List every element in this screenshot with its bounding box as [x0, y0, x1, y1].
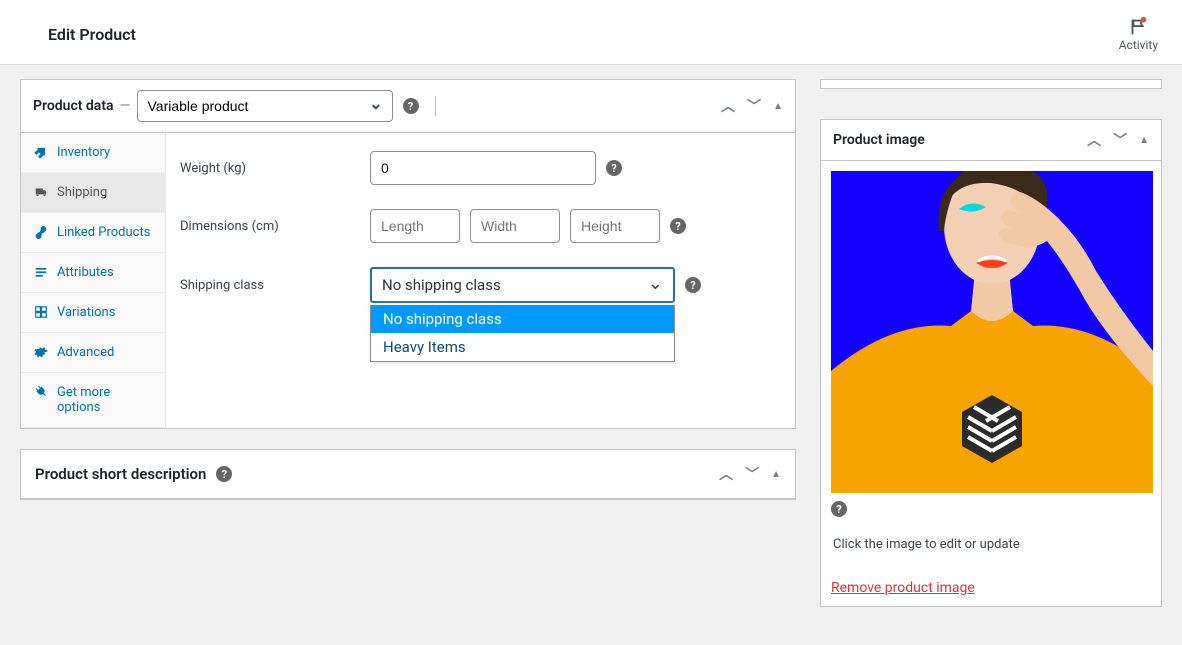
product-image-title: Product image	[833, 132, 925, 148]
link-icon	[33, 225, 49, 239]
dimensions-row: Dimensions (cm) ?	[180, 209, 781, 243]
activity-label: Activity	[1119, 38, 1158, 52]
shipping-class-option[interactable]: Heavy Items	[371, 333, 674, 361]
image-help-row: ?	[831, 501, 1151, 517]
attributes-icon	[33, 265, 49, 279]
gear-icon	[33, 345, 49, 359]
activity-button[interactable]: Activity	[1119, 16, 1158, 52]
height-input[interactable]	[570, 209, 660, 243]
image-edit-hint: Click the image to edit or update	[833, 537, 1149, 552]
blank-panel	[820, 79, 1162, 89]
help-icon[interactable]: ?	[831, 501, 847, 517]
product-data-title: Product data	[33, 98, 114, 114]
panel-move-down[interactable]: ﹀	[745, 464, 759, 484]
variations-icon	[33, 305, 49, 319]
panel-controls: ︿ ﹀ ▲	[1087, 130, 1149, 150]
product-image-svg	[831, 171, 1153, 493]
length-input[interactable]	[370, 209, 460, 243]
product-data-panel: Product data — Variable product ? ︿ ﹀ ▲	[20, 79, 796, 429]
tab-shipping[interactable]: Shipping	[21, 173, 165, 213]
panel-toggle[interactable]: ▲	[1139, 135, 1149, 146]
panel-move-up[interactable]: ︿	[721, 96, 735, 116]
dimensions-label: Dimensions (cm)	[180, 219, 370, 234]
panel-controls: ︿ ﹀ ▲	[721, 96, 783, 116]
tab-linked-products[interactable]: Linked Products	[21, 213, 165, 253]
weight-row: Weight (kg) ?	[180, 151, 781, 185]
width-input[interactable]	[470, 209, 560, 243]
help-icon[interactable]: ?	[216, 466, 232, 482]
product-image-header: Product image ︿ ﹀ ▲	[821, 120, 1161, 161]
tab-advanced[interactable]: Advanced	[21, 333, 165, 373]
shipping-icon	[33, 185, 49, 199]
short-description-title: Product short description	[35, 465, 206, 483]
help-icon[interactable]: ?	[403, 98, 419, 114]
help-icon[interactable]: ?	[606, 160, 622, 176]
main-area: Product data — Variable product ? ︿ ﹀ ▲	[0, 65, 1182, 641]
shipping-class-dropdown: No shipping class Heavy Items	[370, 305, 675, 362]
panel-move-down[interactable]: ﹀	[1113, 130, 1127, 150]
shipping-tab-content: Weight (kg) ? Dimensions (cm) ? Shipping…	[166, 133, 795, 428]
product-image-thumbnail[interactable]	[831, 171, 1153, 493]
vertical-divider	[435, 96, 436, 116]
shipping-class-row: Shipping class No shipping class No ship…	[180, 267, 781, 303]
plug-icon	[33, 385, 49, 399]
inventory-icon	[33, 145, 49, 159]
panel-toggle[interactable]: ▲	[771, 469, 781, 480]
help-icon[interactable]: ?	[685, 277, 701, 293]
tab-variations[interactable]: Variations	[21, 293, 165, 333]
side-tabs: Inventory Shipping Linked Products Attri…	[21, 133, 166, 428]
tab-inventory[interactable]: Inventory	[21, 133, 165, 173]
panel-move-up[interactable]: ︿	[719, 464, 733, 484]
panel-controls: ︿ ﹀ ▲	[719, 464, 781, 484]
page-title: Edit Product	[48, 25, 136, 44]
product-image-panel: Product image ︿ ﹀ ▲	[820, 119, 1162, 607]
activity-flag-icon	[1127, 16, 1149, 38]
product-image-body: ? Click the image to edit or update Remo…	[821, 161, 1161, 606]
weight-label: Weight (kg)	[180, 161, 370, 176]
tab-attributes[interactable]: Attributes	[21, 253, 165, 293]
tab-get-more[interactable]: Get more options	[21, 373, 165, 428]
short-description-header: Product short description ? ︿ ﹀ ▲	[21, 450, 795, 499]
product-data-header: Product data — Variable product ? ︿ ﹀ ▲	[21, 80, 795, 133]
short-description-panel: Product short description ? ︿ ﹀ ▲	[20, 449, 796, 500]
product-data-body: Inventory Shipping Linked Products Attri…	[21, 133, 795, 428]
product-type-select-wrap: Variable product	[137, 90, 393, 122]
right-column: Product image ︿ ﹀ ▲	[820, 79, 1162, 627]
weight-input[interactable]	[370, 151, 596, 185]
remove-product-image-link[interactable]: Remove product image	[831, 580, 975, 596]
panel-toggle[interactable]: ▲	[773, 101, 783, 112]
shipping-class-select-wrap: No shipping class No shipping class Heav…	[370, 267, 675, 303]
top-bar: Edit Product Activity	[0, 0, 1182, 65]
panel-move-down[interactable]: ﹀	[747, 96, 761, 116]
shipping-class-select[interactable]: No shipping class	[370, 267, 675, 303]
dash-separator: —	[120, 98, 131, 114]
shipping-class-option[interactable]: No shipping class	[371, 305, 674, 333]
product-type-select[interactable]: Variable product	[137, 90, 393, 122]
shipping-class-label: Shipping class	[180, 278, 370, 293]
left-column: Product data — Variable product ? ︿ ﹀ ▲	[20, 79, 796, 627]
panel-move-up[interactable]: ︿	[1087, 130, 1101, 150]
help-icon[interactable]: ?	[670, 218, 686, 234]
